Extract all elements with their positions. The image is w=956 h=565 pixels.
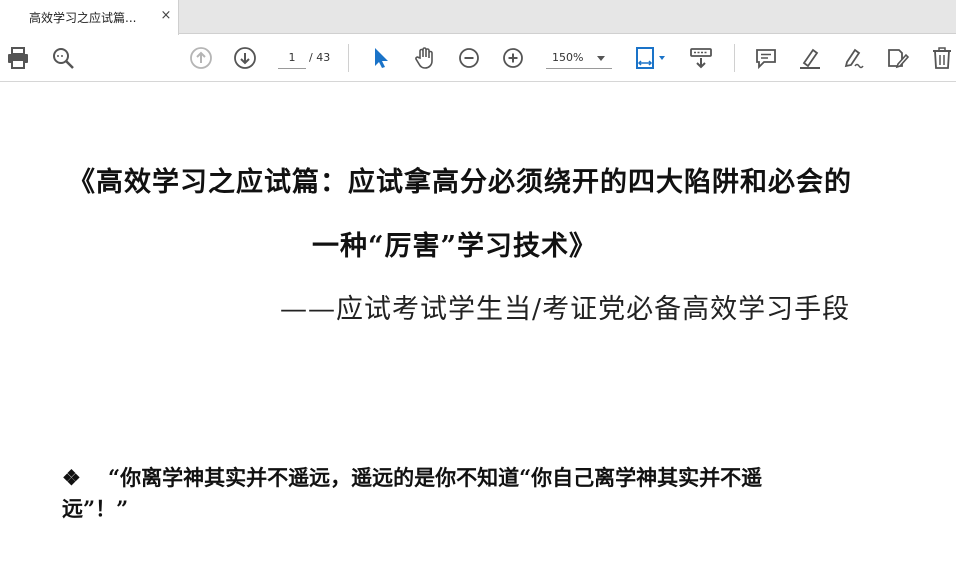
printer-icon[interactable] [5, 45, 31, 71]
toolbar-divider [734, 44, 735, 72]
close-tab-icon[interactable]: × [159, 8, 173, 24]
document-subtitle: ——应试考试学生当/考证党必备高效学习手段 [280, 294, 851, 325]
zoom-search-icon[interactable] [50, 45, 76, 71]
quote-paragraph: ❖ “你离学神其实并不遥远，遥远的是你不知道“你自己离学神其实并不遥 [62, 462, 762, 492]
page-total: / 43 [309, 51, 331, 64]
sign-icon[interactable] [841, 45, 867, 71]
quote-text-line-1: “你离学神其实并不遥远，遥远的是你不知道“你自己离学神其实并不遥 [108, 465, 763, 490]
chevron-down-icon [597, 56, 605, 61]
delete-icon[interactable] [929, 45, 955, 71]
comment-icon[interactable] [753, 45, 779, 71]
page-down-icon[interactable] [232, 45, 258, 71]
hand-tool-icon[interactable] [412, 45, 438, 71]
diamond-bullet-icon: ❖ [62, 465, 81, 490]
zoom-level-value: 150% [552, 51, 584, 64]
toolbar-divider [348, 44, 349, 72]
select-cursor-icon[interactable] [368, 45, 394, 71]
fill-sign-icon[interactable] [885, 45, 911, 71]
fit-page-icon[interactable] [634, 45, 668, 71]
quote-text-line-2: 远”！” [62, 496, 129, 521]
scroll-mode-icon[interactable] [688, 45, 714, 71]
highlight-icon[interactable] [797, 45, 823, 71]
tab-bar: 高效学习之应试篇... × [0, 0, 956, 35]
document-title-line-1: 《高效学习之应试篇：应试拿高分必须绕开的四大陷阱和必会的 [68, 167, 852, 198]
document-title-line-2: 一种“厉害”学习技术》 [312, 231, 598, 262]
document-page[interactable]: 《高效学习之应试篇：应试拿高分必须绕开的四大陷阱和必会的 一种“厉害”学习技术》… [0, 82, 956, 565]
zoom-in-icon[interactable] [500, 45, 526, 71]
tab-title: 高效学习之应试篇... [29, 11, 137, 25]
toolbar: / 43 150% [0, 35, 956, 82]
page-up-icon[interactable] [188, 45, 214, 71]
document-tab[interactable]: 高效学习之应试篇... × [0, 0, 179, 35]
zoom-out-icon[interactable] [456, 45, 482, 71]
zoom-level-dropdown[interactable]: 150% [546, 47, 612, 69]
page-number-input[interactable] [278, 47, 306, 69]
